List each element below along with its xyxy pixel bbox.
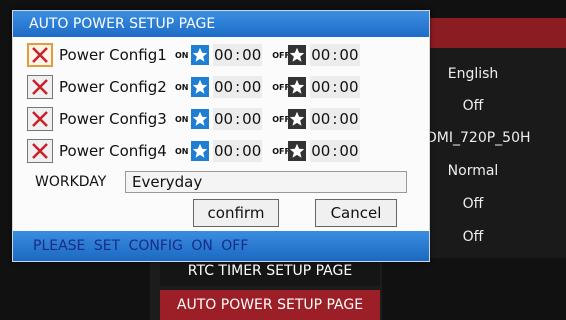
config-label: Power Config3 xyxy=(59,110,167,128)
on-time-input[interactable]: 00:00 xyxy=(213,44,263,66)
star-icon xyxy=(191,141,209,161)
star-icon xyxy=(191,109,209,129)
power-config-row: Power Config3 ON 00:00 OFF 00:00 xyxy=(27,105,427,133)
off-time-input[interactable]: 00:00 xyxy=(310,44,360,66)
confirm-button[interactable]: confirm xyxy=(193,199,279,227)
on-tag: ON xyxy=(175,146,189,156)
dialog-title: AUTO POWER SETUP PAGE xyxy=(13,11,429,37)
config-checkbox[interactable] xyxy=(27,139,53,163)
workday-select[interactable]: Everyday xyxy=(125,171,407,193)
star-icon xyxy=(191,45,209,65)
config-label: Power Config2 xyxy=(59,78,167,96)
menu-item-auto-power[interactable]: AUTO POWER SETUP PAGE xyxy=(160,290,380,320)
auto-power-dialog: AUTO POWER SETUP PAGE Power Config1 ON 0… xyxy=(12,10,430,262)
x-mark-icon xyxy=(32,47,48,63)
cancel-button[interactable]: Cancel xyxy=(315,199,397,227)
config-label: Power Config4 xyxy=(59,142,167,160)
config-checkbox[interactable] xyxy=(27,75,53,99)
star-icon xyxy=(288,77,307,97)
star-icon xyxy=(288,45,307,65)
on-time-input[interactable]: 00:00 xyxy=(213,108,263,130)
star-icon xyxy=(191,77,209,97)
status-bar: PLEASE SET CONFIG ON OFF xyxy=(13,231,429,261)
on-time-input[interactable]: 00:00 xyxy=(213,76,263,98)
off-tag: OFF xyxy=(272,114,290,124)
off-tag: OFF xyxy=(272,82,290,92)
star-icon xyxy=(288,141,307,161)
off-tag: OFF xyxy=(272,146,290,156)
off-time-input[interactable]: 00:00 xyxy=(310,140,360,162)
on-time-input[interactable]: 00:00 xyxy=(213,140,263,162)
on-tag: ON xyxy=(175,50,189,60)
on-tag: ON xyxy=(175,114,189,124)
config-checkbox[interactable] xyxy=(27,43,53,67)
power-config-row: Power Config2 ON 00:00 OFF 00:00 xyxy=(27,73,427,101)
power-config-row: Power Config1 ON 00:00 OFF 00:00 xyxy=(27,41,427,69)
x-mark-icon xyxy=(32,111,48,127)
x-mark-icon xyxy=(32,79,48,95)
on-tag: ON xyxy=(175,82,189,92)
star-icon xyxy=(288,109,307,129)
off-tag: OFF xyxy=(272,50,290,60)
x-mark-icon xyxy=(32,143,48,159)
config-checkbox[interactable] xyxy=(27,107,53,131)
workday-label: WORKDAY xyxy=(35,174,107,190)
off-time-input[interactable]: 00:00 xyxy=(310,108,360,130)
config-label: Power Config1 xyxy=(59,46,167,64)
power-config-row: Power Config4 ON 00:00 OFF 00:00 xyxy=(27,137,427,165)
off-time-input[interactable]: 00:00 xyxy=(310,76,360,98)
